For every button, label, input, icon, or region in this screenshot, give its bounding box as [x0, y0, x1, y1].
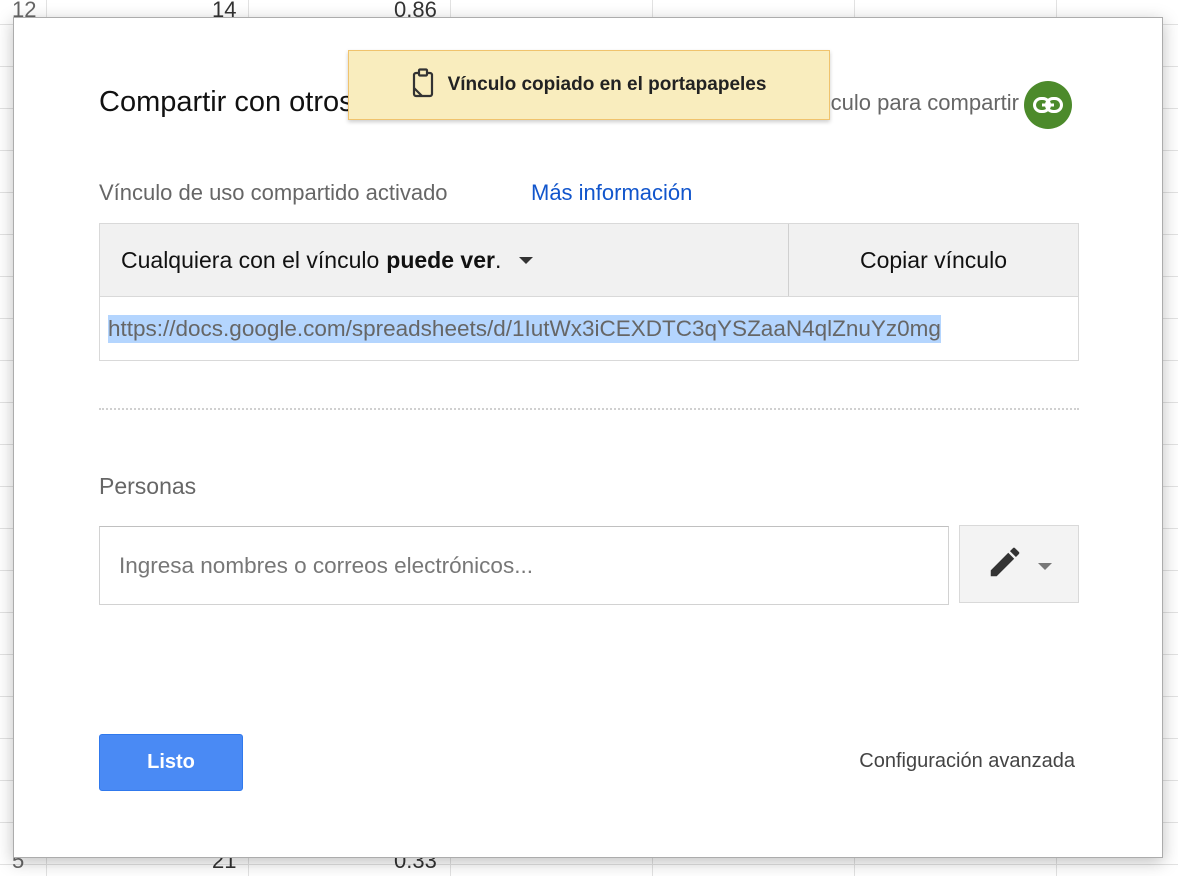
share-dialog: Compartir con otros Obtener vínculo para… [13, 17, 1163, 858]
people-input[interactable] [99, 526, 949, 605]
advanced-settings-link[interactable]: Configuración avanzada [859, 750, 1075, 773]
caret-down-icon [519, 256, 534, 264]
people-label: Personas [99, 473, 197, 499]
toast-message: Vínculo copiado en el portapapeles [447, 74, 767, 95]
pencil-icon [986, 543, 1024, 586]
access-bar: Cualquiera con el vínculo puede ver . Co… [99, 223, 1079, 297]
share-url-text[interactable]: https://docs.google.com/spreadsheets/d/1… [108, 314, 941, 343]
dialog-title: Compartir con otros [99, 86, 354, 118]
share-url-field[interactable]: https://docs.google.com/spreadsheets/d/1… [99, 297, 1079, 361]
copy-link-button[interactable]: Copiar vínculo [788, 224, 1078, 296]
done-button[interactable]: Listo [99, 734, 243, 791]
access-prefix: Cualquiera con el vínculo [121, 246, 380, 273]
clipboard-icon [412, 67, 434, 103]
permission-dropdown-button[interactable] [959, 525, 1079, 603]
section-divider [99, 408, 1079, 410]
caret-down-icon [1038, 562, 1052, 570]
access-suffix: . [494, 246, 502, 273]
link-icon[interactable] [1024, 81, 1072, 129]
access-level-dropdown[interactable]: Cualquiera con el vínculo puede ver . [100, 224, 788, 296]
access-level: puede ver [386, 246, 495, 273]
share-status-text: Vínculo de uso compartido activado [99, 180, 448, 205]
more-info-link[interactable]: Más información [531, 180, 692, 206]
copied-toast: Vínculo copiado en el portapapeles [348, 50, 830, 120]
